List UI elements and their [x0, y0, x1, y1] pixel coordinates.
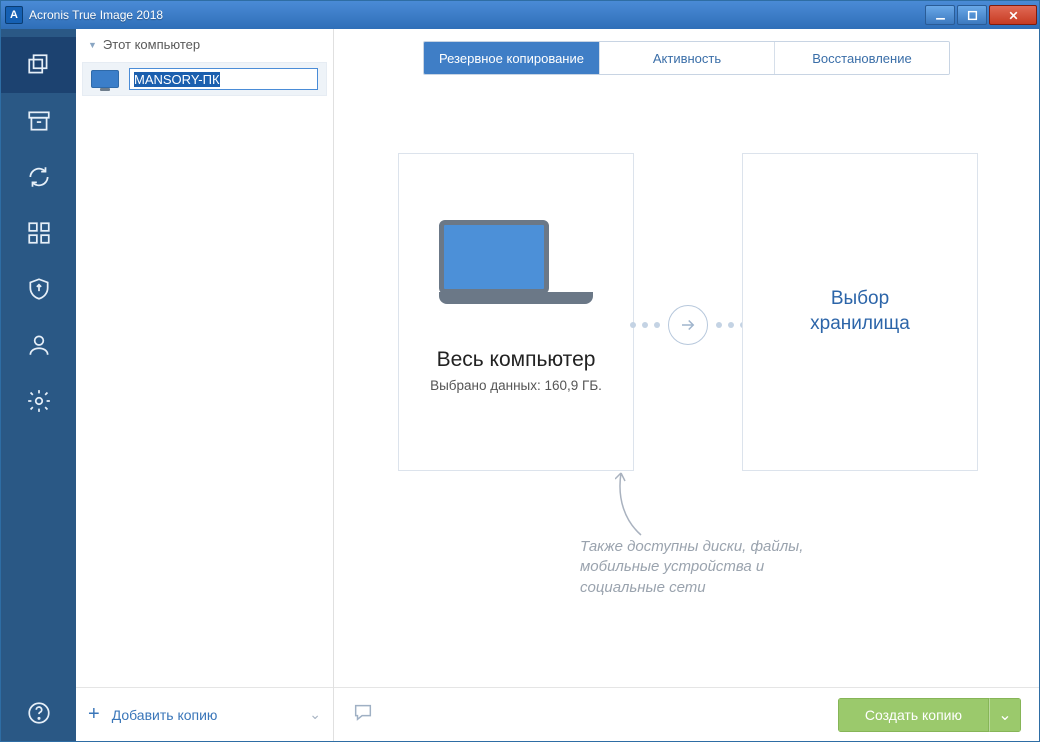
gear-icon — [26, 388, 52, 414]
source-title: Весь компьютер — [437, 348, 596, 372]
add-backup-label: Добавить копию — [112, 707, 218, 723]
window-title: Acronis True Image 2018 — [29, 8, 925, 22]
plus-icon: + — [88, 703, 100, 726]
create-backup-dropdown[interactable]: ⌄ — [989, 698, 1021, 732]
arrow-right-icon — [668, 305, 708, 345]
nav-help[interactable] — [1, 685, 76, 741]
backup-list-item[interactable] — [82, 62, 327, 96]
create-backup-label: Создать копию — [865, 707, 962, 723]
app-icon: A — [5, 6, 23, 24]
add-backup-button[interactable]: + Добавить копию ⌄ — [76, 687, 333, 741]
person-icon — [26, 332, 52, 358]
archive-icon — [26, 108, 52, 134]
nav-archive[interactable] — [1, 93, 76, 149]
side-header[interactable]: ▼ Этот компьютер — [76, 29, 333, 60]
laptop-icon — [439, 220, 593, 304]
destination-label: Выбор хранилища — [810, 287, 910, 336]
create-backup-button[interactable]: Создать копию ⌄ — [838, 698, 1021, 732]
nav-tools[interactable] — [1, 205, 76, 261]
help-icon — [26, 700, 52, 726]
canvas: Весь компьютер Выбрано данных: 160,9 ГБ.… — [334, 83, 1039, 687]
grid-icon — [26, 220, 52, 246]
maximize-button[interactable] — [957, 5, 987, 25]
side-header-label: Этот компьютер — [103, 37, 200, 52]
close-button[interactable] — [989, 5, 1037, 25]
tab-activity-label: Активность — [653, 51, 721, 66]
copies-icon — [26, 52, 52, 78]
shield-icon — [26, 276, 52, 302]
flow-arrow — [630, 305, 746, 345]
hint-line2: мобильные устройства и — [580, 557, 830, 577]
destination-line1: Выбор — [810, 287, 910, 312]
titlebar[interactable]: A Acronis True Image 2018 — [1, 1, 1039, 29]
tab-activity[interactable]: Активность — [599, 42, 774, 74]
source-subtitle: Выбрано данных: 160,9 ГБ. — [430, 378, 602, 393]
app-body: ▼ Этот компьютер + Добавить копию ⌄ Резе… — [1, 29, 1039, 741]
tabs: Резервное копирование Активность Восстан… — [334, 29, 1039, 83]
monitor-icon — [91, 70, 119, 88]
tab-restore-label: Восстановление — [812, 51, 911, 66]
tab-backup-label: Резервное копирование — [439, 51, 584, 66]
nav-rail — [1, 29, 76, 741]
tab-backup[interactable]: Резервное копирование — [424, 42, 599, 74]
bottom-bar: Создать копию ⌄ — [334, 687, 1039, 741]
app-icon-letter: A — [10, 9, 18, 21]
source-panel[interactable]: Весь компьютер Выбрано данных: 160,9 ГБ. — [398, 153, 634, 471]
window-controls — [925, 5, 1037, 25]
nav-backup[interactable] — [1, 37, 76, 93]
nav-settings[interactable] — [1, 373, 76, 429]
minimize-button[interactable] — [925, 5, 955, 25]
backup-name-input[interactable] — [129, 68, 318, 90]
nav-protection[interactable] — [1, 261, 76, 317]
nav-account[interactable] — [1, 317, 76, 373]
hint-text: Также доступны диски, файлы, мобильные у… — [580, 537, 830, 598]
app-window: A Acronis True Image 2018 — [0, 0, 1040, 742]
main-pane: Резервное копирование Активность Восстан… — [334, 29, 1039, 741]
chevron-down-icon: ▼ — [88, 40, 97, 50]
dots-left — [630, 322, 660, 328]
nav-sync[interactable] — [1, 149, 76, 205]
hint-line1: Также доступны диски, файлы, — [580, 537, 830, 557]
side-pane: ▼ Этот компьютер + Добавить копию ⌄ — [76, 29, 334, 741]
destination-panel[interactable]: Выбор хранилища — [742, 153, 978, 471]
chevron-down-icon[interactable]: ⌄ — [309, 706, 321, 723]
tab-restore[interactable]: Восстановление — [774, 42, 949, 74]
sync-icon — [26, 164, 52, 190]
destination-line2: хранилища — [810, 312, 910, 337]
hint-line3: социальные сети — [580, 578, 830, 598]
chat-icon[interactable] — [352, 701, 374, 728]
